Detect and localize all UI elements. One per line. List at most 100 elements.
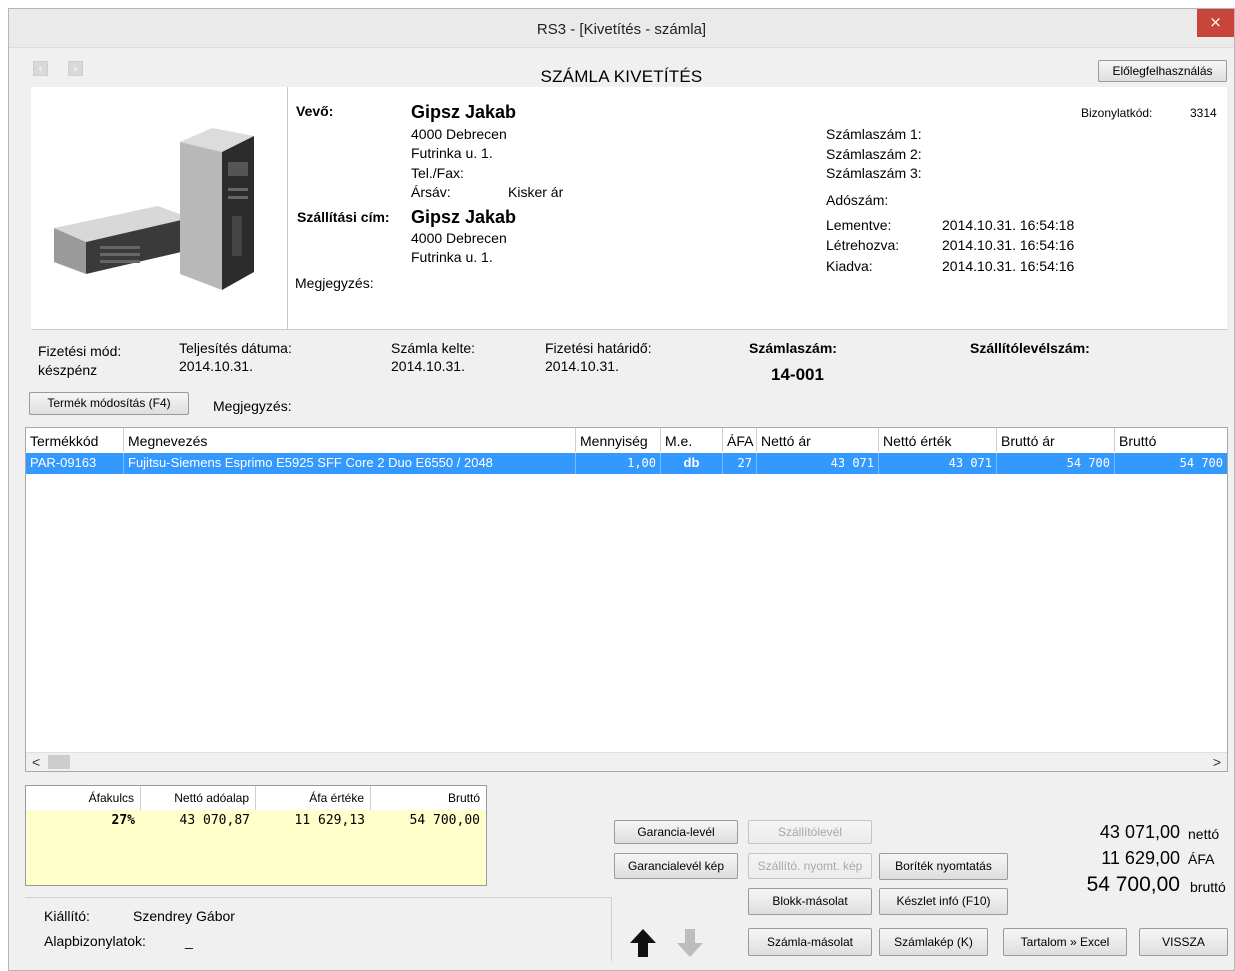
cell-quantity[interactable]: 1,00 [576,453,661,474]
invoice-date-label: Számla kelte: [391,340,476,356]
fulfilment-date-value: 2014.10.31. [179,358,253,374]
vat-gross-value: 54 700,00 [409,813,480,828]
content-excel-button[interactable]: Tartalom » Excel [1003,928,1127,956]
fulfilment-date-label: Teljesítés dátuma: [179,340,292,356]
product-note-label: Megjegyzés: [213,398,292,414]
total-gross-value: 54 700,00 [1086,873,1180,896]
window-title: RS3 - [Kivetítés - számla] [536,21,707,38]
base-docs-value: _ [185,933,193,949]
due-date-value: 2014.10.31. [545,358,619,374]
col-header-net-price[interactable]: Nettó ár [757,428,879,452]
base-docs-label: Alapbizonylatok: [44,933,146,949]
shipping-label: Szállítási cím: [297,209,390,225]
envelope-print-button[interactable]: Boríték nyomtatás [879,853,1008,880]
price-band-label: Ársáv: [411,184,451,200]
cell-vat[interactable]: 27 [723,453,757,474]
buyer-name: Gipsz Jakab [411,102,517,122]
issuer-value: Szendrey Gábor [133,908,235,924]
col-header-gross-price[interactable]: Bruttó ár [997,428,1115,452]
grid-header: Termékkód Megnevezés Mennyiség M.e. ÁFA … [26,428,1227,452]
delivery-note-number-label: Szállítólevélszám: [970,340,1090,356]
shipping-name: Gipsz Jakab [411,207,517,227]
created-value: 2014.10.31. 16:54:16 [942,237,1075,253]
issued-value: 2014.10.31. 16:54:16 [942,258,1075,274]
move-down-icon[interactable] [675,927,705,959]
delivery-note-button[interactable]: Szállítólevél [748,820,872,844]
total-vat-unit: ÁFA [1188,851,1215,867]
saved-label: Lementve: [826,217,892,233]
cell-net-price[interactable]: 43 071 [757,453,879,474]
col-header-code[interactable]: Termékkód [26,428,124,452]
cell-unit[interactable]: db [661,453,723,474]
computer-case-icon [54,128,254,290]
col-header-quantity[interactable]: Mennyiség [576,428,661,452]
invoice-number-value: 14-001 [771,365,824,384]
doc-code-label: Bizonylatkód: [1081,106,1153,120]
invoice-image-button[interactable]: Számlakép (K) [879,928,988,956]
total-net-value: 43 071,00 [1099,822,1180,842]
saved-value: 2014.10.31. 16:54:18 [942,217,1075,233]
buyer-note-label: Megjegyzés: [295,275,374,291]
issuer-panel: Kiállító: Szendrey Gábor Alapbizonylatok… [25,897,612,961]
vat-amount-value: 11 629,13 [294,813,365,828]
total-gross-unit: bruttó [1190,879,1226,895]
cell-gross-price[interactable]: 54 700 [997,453,1115,474]
scroll-thumb[interactable] [48,755,70,769]
total-net-unit: nettó [1188,826,1220,842]
stock-info-button[interactable]: Készlet infó (F10) [879,888,1008,915]
payment-method-label: Fizetési mód: [38,343,122,359]
col-header-unit[interactable]: M.e. [661,428,723,452]
back-button[interactable]: VISSZA [1139,928,1228,956]
vat-col-gross: Bruttó [371,786,486,810]
invoice-copy-button[interactable]: Számla-másolat [748,928,872,956]
product-grid[interactable]: Termékkód Megnevezés Mennyiség M.e. ÁFA … [25,427,1228,772]
move-up-icon[interactable] [628,927,658,959]
horizontal-scrollbar[interactable]: < > [26,752,1227,771]
table-row[interactable]: PAR-09163 Fujitsu-Siemens Esprimo E5925 … [26,453,1227,474]
buyer-label: Vevő: [296,103,334,119]
cell-gross[interactable]: 54 700 [1115,453,1227,474]
invoice-number-2-label: Számlaszám 2: [826,146,922,162]
vat-col-vat-amount: Áfa értéke [256,786,371,810]
vat-col-net-base: Nettó adóalap [141,786,256,810]
delivery-print-image-button[interactable]: Szállító. nyomt. kép [748,853,872,879]
issuer-label: Kiállító: [44,908,90,924]
col-header-name[interactable]: Megnevezés [124,428,576,452]
vat-net-base-value: 43 070,87 [179,813,250,828]
invoice-number-3-label: Számlaszám 3: [826,165,922,181]
shipping-address1: 4000 Debrecen [411,230,507,246]
col-header-vat[interactable]: ÁFA [723,428,757,452]
close-button[interactable]: × [1197,9,1234,37]
block-copy-button[interactable]: Blokk-másolat [748,888,872,915]
issued-label: Kiadva: [826,258,873,274]
page-title: SZÁMLA KIVETÍTÉS [540,67,703,86]
invoice-date-value: 2014.10.31. [391,358,465,374]
buyer-address1: 4000 Debrecen [411,126,507,142]
due-date-label: Fizetési határidő: [545,340,652,356]
scroll-right-icon[interactable]: > [1213,754,1221,770]
guarantee-letter-button[interactable]: Garancia-levél [614,820,738,844]
vat-col-rate: Áfakulcs [26,786,141,810]
vat-summary-table: Áfakulcs Nettó adóalap Áfa értéke Bruttó… [25,785,487,886]
total-vat-value: 11 629,00 [1101,848,1180,868]
cell-code[interactable]: PAR-09163 [26,453,124,474]
col-header-gross[interactable]: Bruttó [1115,428,1227,452]
created-label: Létrehozva: [826,237,900,253]
product-image [40,96,271,325]
shipping-address2: Futrinka u. 1. [411,249,493,265]
price-band-value: Kisker ár [508,184,564,200]
advance-usage-button[interactable]: Előlegfelhasználás [1098,60,1227,82]
guarantee-letter-image-button[interactable]: Garancialevél kép [614,853,738,879]
tax-number-label: Adószám: [826,192,889,208]
cell-net-value[interactable]: 43 071 [879,453,997,474]
doc-code-value: 3314 [1190,106,1217,120]
invoice-number-1-label: Számlaszám 1: [826,126,922,142]
invoice-number-label: Számlaszám: [749,340,837,356]
product-edit-button[interactable]: Termék módosítás (F4) [29,392,189,415]
buyer-phone-label: Tel./Fax: [411,165,464,181]
cell-name[interactable]: Fujitsu-Siemens Esprimo E5925 SFF Core 2… [124,453,576,474]
payment-method-value: készpénz [38,362,98,378]
scroll-left-icon[interactable]: < [32,754,40,770]
vat-rate-value: 27% [111,813,135,828]
col-header-net-value[interactable]: Nettó érték [879,428,997,452]
